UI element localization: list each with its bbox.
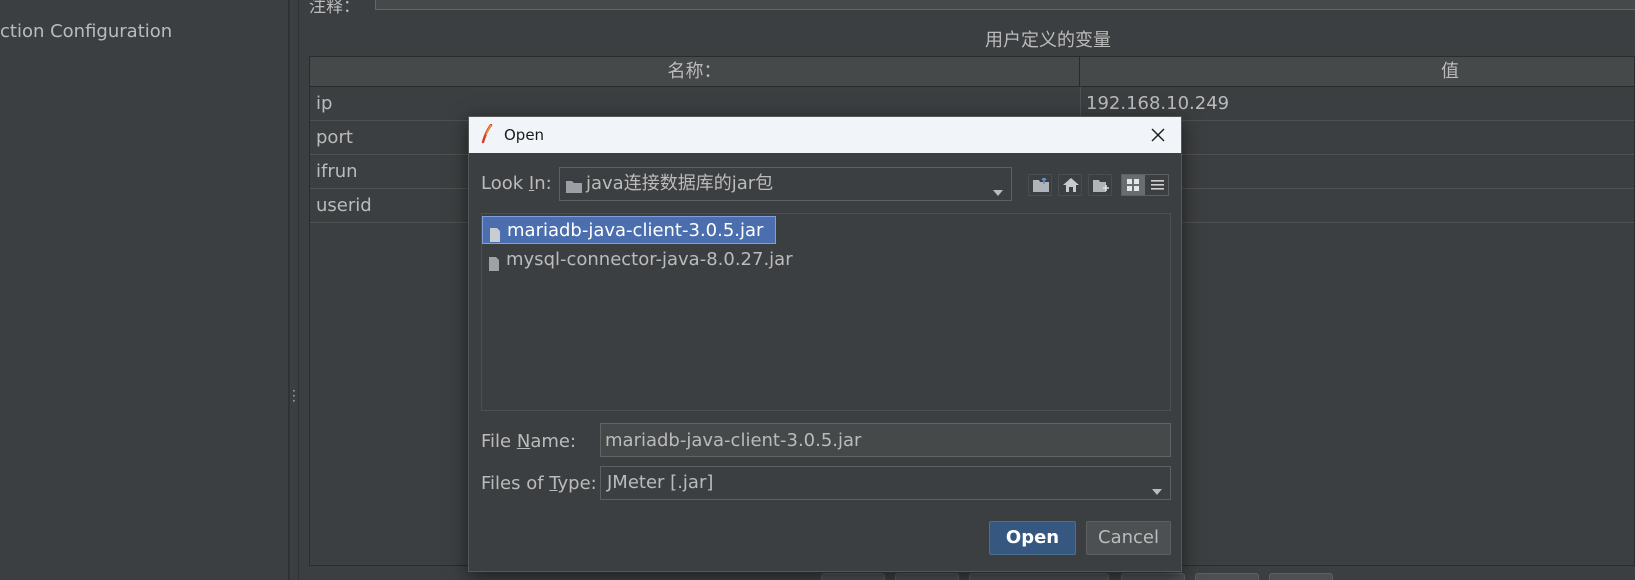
file-list[interactable]: mariadb-java-client-3.0.5.jar mysql-conn… xyxy=(481,213,1171,411)
folder-icon xyxy=(566,178,582,197)
grip-icon: · · · xyxy=(292,384,296,408)
file-name-text: mysql-connector-java-8.0.27.jar xyxy=(506,249,793,270)
file-name-label: File Name: xyxy=(481,431,577,452)
up-folder-button[interactable] xyxy=(1028,174,1052,196)
table-action-button[interactable] xyxy=(1269,573,1333,580)
dialog-title: Open xyxy=(504,126,545,144)
file-item[interactable]: mysql-connector-java-8.0.27.jar xyxy=(482,246,793,274)
new-folder-button[interactable] xyxy=(1088,174,1112,196)
new-folder-icon xyxy=(1093,180,1109,192)
details-view-button[interactable] xyxy=(1146,175,1169,195)
close-icon xyxy=(1151,128,1165,142)
table-action-button[interactable] xyxy=(1121,573,1185,580)
table-action-button[interactable] xyxy=(969,573,1109,580)
open-button[interactable]: Open xyxy=(989,521,1076,555)
open-file-dialog: Open Look In: java连接数据库的jar包 mariadb-jav… xyxy=(468,116,1182,572)
up-folder-icon xyxy=(1033,178,1049,192)
tree-panel: ction Configuration xyxy=(0,0,289,580)
file-name-text: mariadb-java-client-3.0.5.jar xyxy=(507,220,764,241)
feather-icon xyxy=(480,123,494,144)
table-title: 用户定义的变量 xyxy=(985,30,1111,51)
tree-item-connection-configuration[interactable]: ction Configuration xyxy=(0,21,172,42)
chevron-down-icon xyxy=(993,181,1003,200)
view-mode-toggle xyxy=(1121,174,1169,196)
home-icon xyxy=(1063,178,1079,192)
panel-splitter[interactable]: · · · xyxy=(289,0,299,580)
file-name-field[interactable] xyxy=(600,423,1171,457)
home-button[interactable] xyxy=(1058,174,1082,196)
column-header-value[interactable]: 值 xyxy=(1080,57,1635,87)
comments-field[interactable] xyxy=(375,0,1635,10)
comments-label: 注释： xyxy=(309,0,360,17)
table-header: 名称： 值 xyxy=(310,57,1634,87)
look-in-label: Look In: xyxy=(481,173,552,194)
close-button[interactable] xyxy=(1135,117,1181,153)
look-in-combo[interactable]: java连接数据库的jar包 xyxy=(559,167,1012,201)
cancel-button[interactable]: Cancel xyxy=(1086,521,1171,555)
files-of-type-value: JMeter [.jar] xyxy=(607,472,714,493)
column-header-name[interactable]: 名称： xyxy=(310,57,1080,87)
dialog-titlebar[interactable]: Open xyxy=(469,117,1181,153)
files-of-type-label: Files of Type: xyxy=(481,473,597,494)
list-view-button[interactable] xyxy=(1122,175,1145,195)
table-action-button[interactable] xyxy=(1195,573,1259,580)
file-icon xyxy=(489,252,499,280)
look-in-value: java连接数据库的jar包 xyxy=(586,173,774,194)
details-view-icon xyxy=(1151,180,1164,190)
table-action-button[interactable] xyxy=(821,573,885,580)
file-item[interactable]: mariadb-java-client-3.0.5.jar xyxy=(482,216,776,244)
table-action-button[interactable] xyxy=(895,573,959,580)
chevron-down-icon xyxy=(1152,480,1162,499)
files-of-type-combo[interactable]: JMeter [.jar] xyxy=(600,466,1171,500)
list-view-icon xyxy=(1127,179,1139,191)
